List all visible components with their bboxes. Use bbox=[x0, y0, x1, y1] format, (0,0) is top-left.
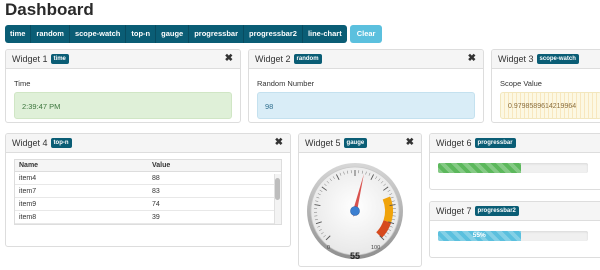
widget-6-header[interactable]: Widget 6 progressbar bbox=[430, 134, 600, 153]
close-icon[interactable]: ✖ bbox=[406, 137, 414, 148]
widget-2[interactable]: Widget 2 random ✖ Random Number 98 bbox=[248, 49, 484, 123]
random-number-label: Random Number bbox=[257, 79, 315, 88]
widget-type-badge: progressbar2 bbox=[474, 206, 519, 216]
add-time-widget-button[interactable]: time bbox=[5, 25, 32, 43]
row-value: 74 bbox=[148, 197, 281, 211]
row-name: item9 bbox=[15, 197, 148, 211]
widget-type-badge: top-n bbox=[50, 138, 72, 148]
random-number-value: 98 bbox=[257, 92, 475, 119]
row-value: 88 bbox=[148, 171, 281, 185]
widget-type-badge: scope-watch bbox=[536, 54, 579, 64]
widget-title: Widget 7 bbox=[436, 206, 472, 216]
table-scrollbar-thumb[interactable] bbox=[275, 178, 280, 200]
add-gauge-widget-button[interactable]: gauge bbox=[156, 25, 190, 43]
widget-type-badge: progressbar bbox=[474, 138, 516, 148]
widget-1-header[interactable]: Widget 1 time ✖ bbox=[6, 50, 240, 69]
widget-title: Widget 1 bbox=[12, 54, 48, 64]
column-header-name: Name bbox=[15, 160, 148, 172]
widget-6[interactable]: Widget 6 progressbar bbox=[429, 133, 600, 190]
clear-button[interactable]: Clear bbox=[349, 25, 383, 43]
widget-2-header[interactable]: Widget 2 random ✖ bbox=[249, 50, 483, 69]
close-icon[interactable]: ✖ bbox=[468, 53, 476, 64]
add-progressbar2-widget-button[interactable]: progressbar2 bbox=[244, 25, 303, 43]
row-value: 83 bbox=[148, 184, 281, 198]
widget-toolbar: time random scope-watch top-n gauge prog… bbox=[5, 25, 383, 43]
progress-track: 55% bbox=[438, 231, 588, 241]
add-progressbar-widget-button[interactable]: progressbar bbox=[189, 25, 244, 43]
scope-value-label: Scope Value bbox=[500, 79, 542, 88]
time-value: 2:39:47 PM bbox=[14, 92, 232, 119]
top-n-table: Name Value item4 88 item7 83 item9 74 it… bbox=[14, 159, 282, 225]
widget-title: Widget 3 bbox=[498, 54, 534, 64]
row-name: item4 bbox=[15, 171, 148, 185]
widget-7-header[interactable]: Widget 7 progressbar2 bbox=[430, 202, 600, 221]
progress-bar-fill: 55% bbox=[438, 231, 521, 241]
progress-track bbox=[438, 163, 588, 173]
widget-type-badge: time bbox=[50, 54, 69, 64]
widget-title: Widget 2 bbox=[255, 54, 291, 64]
widget-5[interactable]: Widget 5 gauge ✖ 0 100 55 bbox=[298, 133, 422, 267]
widget-7[interactable]: Widget 7 progressbar2 55% bbox=[429, 201, 600, 258]
widget-4-header[interactable]: Widget 4 top-n ✖ bbox=[6, 134, 290, 153]
progress-bar-fill bbox=[438, 163, 521, 173]
gauge: 0 100 55 bbox=[307, 163, 403, 261]
time-label: Time bbox=[14, 79, 31, 88]
widget-type-buttons: time random scope-watch top-n gauge prog… bbox=[5, 25, 347, 43]
widget-title: Widget 6 bbox=[436, 138, 472, 148]
close-icon[interactable]: ✖ bbox=[275, 137, 283, 148]
add-top-n-widget-button[interactable]: top-n bbox=[126, 25, 157, 43]
table-row: item8 39 bbox=[15, 210, 281, 224]
add-random-widget-button[interactable]: random bbox=[31, 25, 70, 43]
gauge-hub bbox=[350, 206, 360, 216]
gauge-value-label: 55 bbox=[350, 251, 360, 261]
column-header-value: Value bbox=[148, 160, 281, 172]
table-row: item7 83 bbox=[15, 184, 281, 198]
table-row: item4 88 bbox=[15, 171, 281, 185]
widget-3-header[interactable]: Widget 3 scope-watch bbox=[492, 50, 600, 69]
widget-4[interactable]: Widget 4 top-n ✖ Name Value item4 88 ite… bbox=[5, 133, 291, 247]
widget-type-badge: random bbox=[293, 54, 322, 64]
widget-title: Widget 5 bbox=[305, 138, 341, 148]
widget-type-badge: gauge bbox=[343, 138, 368, 148]
table-row: item9 74 bbox=[15, 197, 281, 211]
widget-1[interactable]: Widget 1 time ✖ Time 2:39:47 PM bbox=[5, 49, 241, 123]
widget-5-header[interactable]: Widget 5 gauge ✖ bbox=[299, 134, 421, 153]
scope-value: 0.9798589614219964 bbox=[500, 92, 600, 119]
row-name: item7 bbox=[15, 184, 148, 198]
close-icon[interactable]: ✖ bbox=[225, 53, 233, 64]
row-value: 39 bbox=[148, 210, 281, 224]
widget-3[interactable]: Widget 3 scope-watch Scope Value 0.97985… bbox=[491, 49, 600, 123]
page-title: Dashboard bbox=[5, 0, 94, 19]
gauge-max-label: 100 bbox=[371, 245, 380, 251]
add-line-chart-widget-button[interactable]: line-chart bbox=[303, 25, 347, 43]
add-scope-watch-widget-button[interactable]: scope-watch bbox=[70, 25, 127, 43]
gauge-min-label: 0 bbox=[327, 245, 330, 251]
row-name: item8 bbox=[15, 210, 148, 224]
widget-title: Widget 4 bbox=[12, 138, 48, 148]
